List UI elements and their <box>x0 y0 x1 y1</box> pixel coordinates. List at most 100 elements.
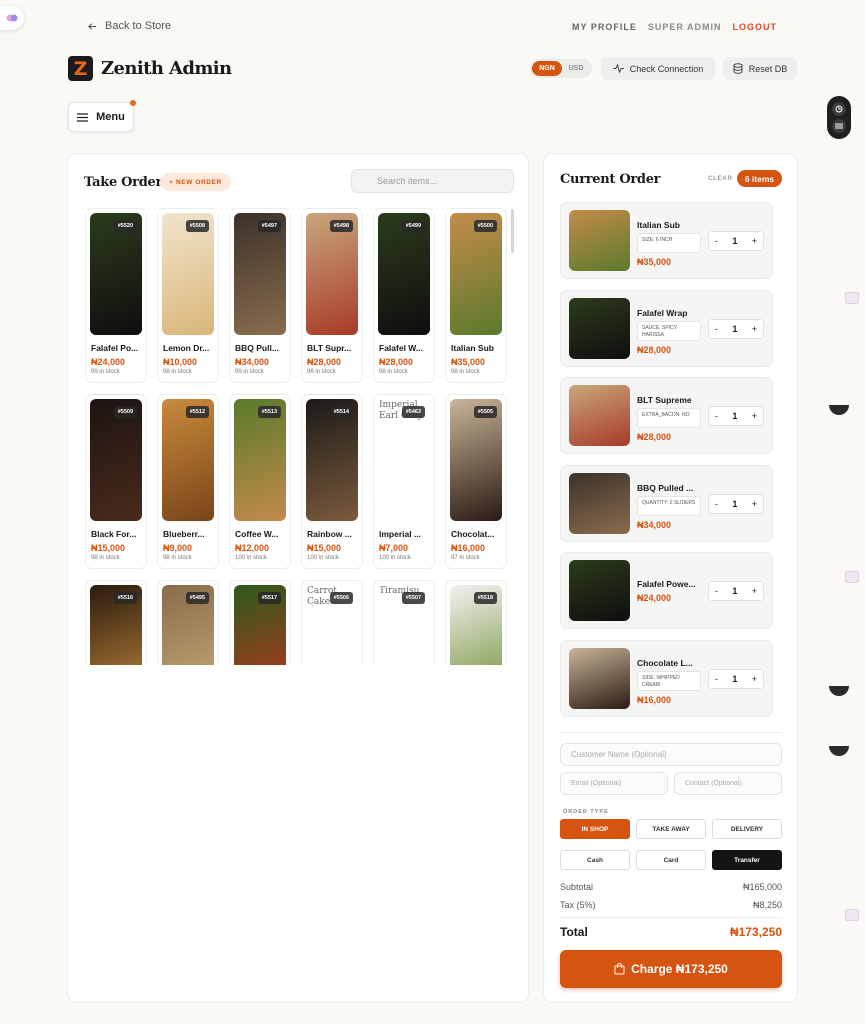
order-item-name: BLT Supreme <box>637 395 692 405</box>
email-field[interactable] <box>560 772 668 795</box>
product-card[interactable]: #5500 Italian Sub ₦35,000 98 in stock <box>445 208 507 383</box>
product-card[interactable]: #5520 Falafel Po... ₦24,000 99 in stock <box>85 208 147 383</box>
increment-button[interactable]: + <box>752 674 757 684</box>
sku-badge: #5517 <box>257 592 281 604</box>
product-card[interactable]: #5498 BLT Supr... ₦28,000 96 in stock <box>301 208 363 383</box>
product-name: Rainbow ... <box>307 529 352 539</box>
product-card[interactable]: Carrot Cake #5506 <box>301 580 363 665</box>
increment-button[interactable]: + <box>752 324 757 334</box>
order-item-image <box>569 648 630 709</box>
order-item-image <box>569 473 630 534</box>
extension-brain-icon[interactable] <box>0 6 24 30</box>
decrement-button[interactable]: - <box>715 411 718 421</box>
product-card[interactable]: #5505 Chocolat... ₦16,000 97 in stock <box>445 394 507 569</box>
quantity-stepper[interactable]: - 1 + <box>708 494 764 514</box>
back-to-store-link[interactable]: Back to Store <box>88 20 171 32</box>
order-type-take-away[interactable]: TAKE AWAY <box>636 819 706 839</box>
product-card[interactable]: #5518 <box>445 580 507 665</box>
logout-link[interactable]: LOGOUT <box>733 22 778 32</box>
image-icon[interactable] <box>845 909 859 921</box>
image-icon[interactable] <box>845 292 859 304</box>
quantity-stepper[interactable]: - 1 + <box>708 669 764 689</box>
increment-button[interactable]: + <box>752 499 757 509</box>
extension-dock[interactable] <box>827 96 851 139</box>
currency-toggle[interactable]: NGN USD <box>530 59 592 78</box>
charge-button[interactable]: Charge ₦173,250 <box>560 950 782 988</box>
sku-badge: #5516 <box>113 592 137 604</box>
product-stock: 100 in stock <box>307 555 340 561</box>
product-name: Imperial ... <box>379 529 422 539</box>
tax-value: ₦8,250 <box>752 900 782 910</box>
search-input[interactable] <box>351 169 514 193</box>
product-image: #5498 <box>306 213 358 335</box>
new-order-button[interactable]: + NEW ORDER <box>160 173 231 191</box>
item-count-badge: 6 items <box>737 170 782 187</box>
product-price: ₦28,000 <box>379 357 414 367</box>
product-grid[interactable]: #5520 Falafel Po... ₦24,000 99 in stock #550… <box>85 208 515 665</box>
product-card[interactable]: #5495 <box>157 580 219 665</box>
scroll-marker <box>829 746 849 756</box>
increment-button[interactable]: + <box>752 586 757 596</box>
product-name: Italian Sub <box>451 343 494 353</box>
product-card[interactable]: Imperial Earl Grey #5463 Imperial ... ₦7,00… <box>373 394 435 569</box>
reset-db-button[interactable]: Reset DB <box>723 57 797 80</box>
product-image: #5514 <box>306 399 358 521</box>
currency-ngn[interactable]: NGN <box>532 61 562 76</box>
product-card[interactable]: #5512 Blueberr... ₦9,000 98 in stock <box>157 394 219 569</box>
scroll-marker <box>829 405 849 415</box>
clear-order-button[interactable]: CLEAR <box>708 176 733 182</box>
list-icon[interactable] <box>832 119 846 134</box>
product-image: #5512 <box>162 399 214 521</box>
timer-icon[interactable] <box>832 101 846 116</box>
quantity-value: 1 <box>732 586 738 596</box>
order-item-name: Italian Sub <box>637 220 680 230</box>
product-image: #5518 <box>450 585 502 665</box>
super-admin-link[interactable]: SUPER ADMIN <box>648 22 722 32</box>
customer-name-field[interactable] <box>560 743 782 766</box>
image-icon[interactable] <box>845 571 859 583</box>
product-price: ₦24,000 <box>91 357 126 367</box>
quantity-value: 1 <box>732 411 738 421</box>
decrement-button[interactable]: - <box>715 674 718 684</box>
product-stock: 98 in stock <box>163 555 192 561</box>
order-type-in-shop[interactable]: IN SHOP <box>560 819 630 839</box>
take-order-title: Take Order <box>84 175 163 190</box>
order-type-delivery[interactable]: DELIVERY <box>712 819 782 839</box>
currency-usd[interactable]: USD <box>562 65 590 72</box>
contact-field[interactable] <box>674 772 782 795</box>
sku-badge: #5509 <box>113 406 137 418</box>
sku-badge: #5513 <box>257 406 281 418</box>
product-card[interactable]: #5497 BBQ Pull... ₦34,000 99 in stock <box>229 208 291 383</box>
product-card[interactable]: #5513 Coffee W... ₦12,000 100 in stock <box>229 394 291 569</box>
grid-scrollbar[interactable] <box>511 209 514 253</box>
quantity-stepper[interactable]: - 1 + <box>708 406 764 426</box>
payment-cash[interactable]: Cash <box>560 850 630 870</box>
product-price: ₦35,000 <box>451 357 486 367</box>
sku-badge: #5497 <box>257 220 281 232</box>
product-stock: 96 in stock <box>307 369 336 375</box>
quantity-stepper[interactable]: - 1 + <box>708 319 764 339</box>
payment-card[interactable]: Card <box>636 850 706 870</box>
product-card[interactable]: #5516 <box>85 580 147 665</box>
tax-row: Tax (5%) ₦8,250 <box>560 900 782 910</box>
product-card[interactable]: #5499 Falafel W... ₦28,000 98 in stock <box>373 208 435 383</box>
decrement-button[interactable]: - <box>715 499 718 509</box>
quantity-stepper[interactable]: - 1 + <box>708 231 764 251</box>
product-card[interactable]: #5517 <box>229 580 291 665</box>
menu-button[interactable]: Menu <box>68 100 136 132</box>
product-card[interactable]: #5509 Black For... ₦15,000 98 in stock <box>85 394 147 569</box>
decrement-button[interactable]: - <box>715 586 718 596</box>
subtotal-value: ₦165,000 <box>742 882 782 892</box>
quantity-stepper[interactable]: - 1 + <box>708 581 764 601</box>
product-name: Blueberr... <box>163 529 205 539</box>
product-card[interactable]: Tiramisu #5507 <box>373 580 435 665</box>
check-connection-button[interactable]: Check Connection <box>601 57 715 80</box>
my-profile-link[interactable]: MY PROFILE <box>572 22 637 32</box>
decrement-button[interactable]: - <box>715 236 718 246</box>
increment-button[interactable]: + <box>752 236 757 246</box>
increment-button[interactable]: + <box>752 411 757 421</box>
decrement-button[interactable]: - <box>715 324 718 334</box>
product-card[interactable]: #5508 Lemon Dr... ₦10,000 98 in stock <box>157 208 219 383</box>
product-card[interactable]: #5514 Rainbow ... ₦15,000 100 in stock <box>301 394 363 569</box>
payment-transfer[interactable]: Transfer <box>712 850 782 870</box>
